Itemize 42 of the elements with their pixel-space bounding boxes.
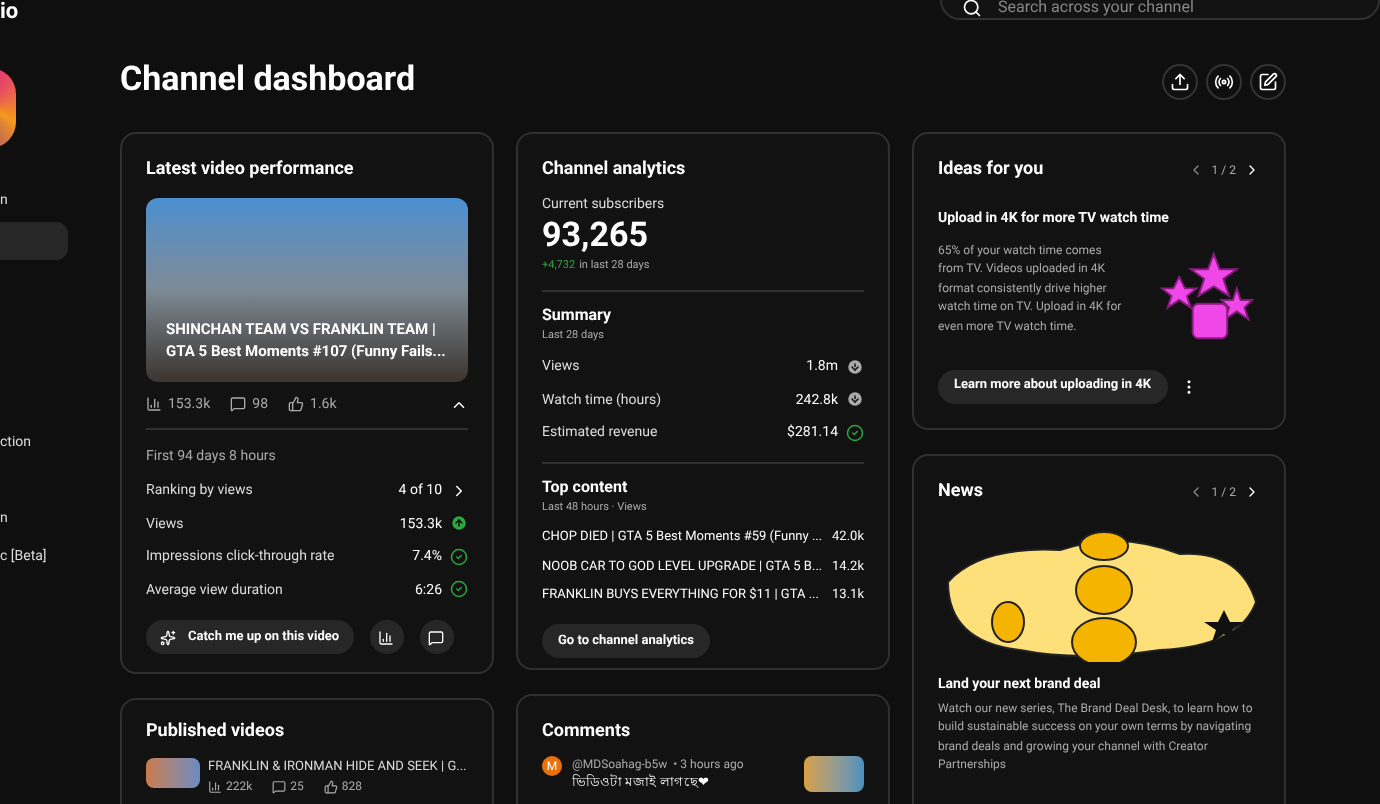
video-thumbnail[interactable]	[146, 758, 200, 788]
comment-icon	[230, 396, 247, 413]
card-title: Published videos	[146, 719, 287, 745]
bar-chart-icon	[378, 629, 395, 645]
upload-button[interactable]	[1162, 63, 1198, 100]
upload-icon	[1170, 71, 1190, 92]
edit-button[interactable]	[1250, 63, 1286, 100]
section-title: Summary	[542, 303, 614, 328]
next-icon[interactable]	[1244, 162, 1260, 179]
subscriber-count: 93,265	[542, 215, 650, 255]
chevron-right-icon[interactable]	[450, 481, 468, 500]
neutral-trend-icon	[846, 390, 864, 409]
fireworks-drawing	[1160, 249, 1256, 345]
video-thumbnail[interactable]	[804, 756, 864, 792]
card-title: Latest video performance	[146, 157, 356, 183]
like-icon	[323, 779, 338, 794]
like-icon	[288, 396, 305, 413]
card-title: Channel analytics	[542, 157, 688, 183]
search-icon	[962, 0, 982, 18]
analytics-button[interactable]	[369, 620, 404, 654]
live-button[interactable]	[1206, 63, 1242, 100]
check-icon	[846, 423, 864, 442]
check-icon	[450, 580, 468, 599]
comment-icon	[428, 629, 445, 645]
next-icon[interactable]	[1244, 484, 1260, 501]
card-title: Ideas for you	[938, 157, 1046, 183]
bar-chart-icon	[146, 396, 162, 413]
card-title: Comments	[542, 719, 633, 745]
comments-button[interactable]	[419, 620, 454, 654]
comment-icon	[272, 779, 287, 794]
bar-chart-icon	[208, 779, 222, 794]
section-title: Top content	[542, 475, 630, 499]
trend-up-icon	[450, 514, 468, 533]
edit-icon	[1258, 71, 1278, 92]
page-title: Channel dashboard	[120, 58, 418, 104]
search-field[interactable]: Search across your channel	[940, 0, 1380, 20]
logo-text: io	[0, 0, 21, 24]
neutral-trend-icon	[846, 357, 864, 376]
card-title: News	[938, 479, 985, 505]
sparkle-icon	[160, 629, 176, 645]
check-icon	[450, 547, 468, 566]
broadcast-icon	[1214, 71, 1234, 92]
